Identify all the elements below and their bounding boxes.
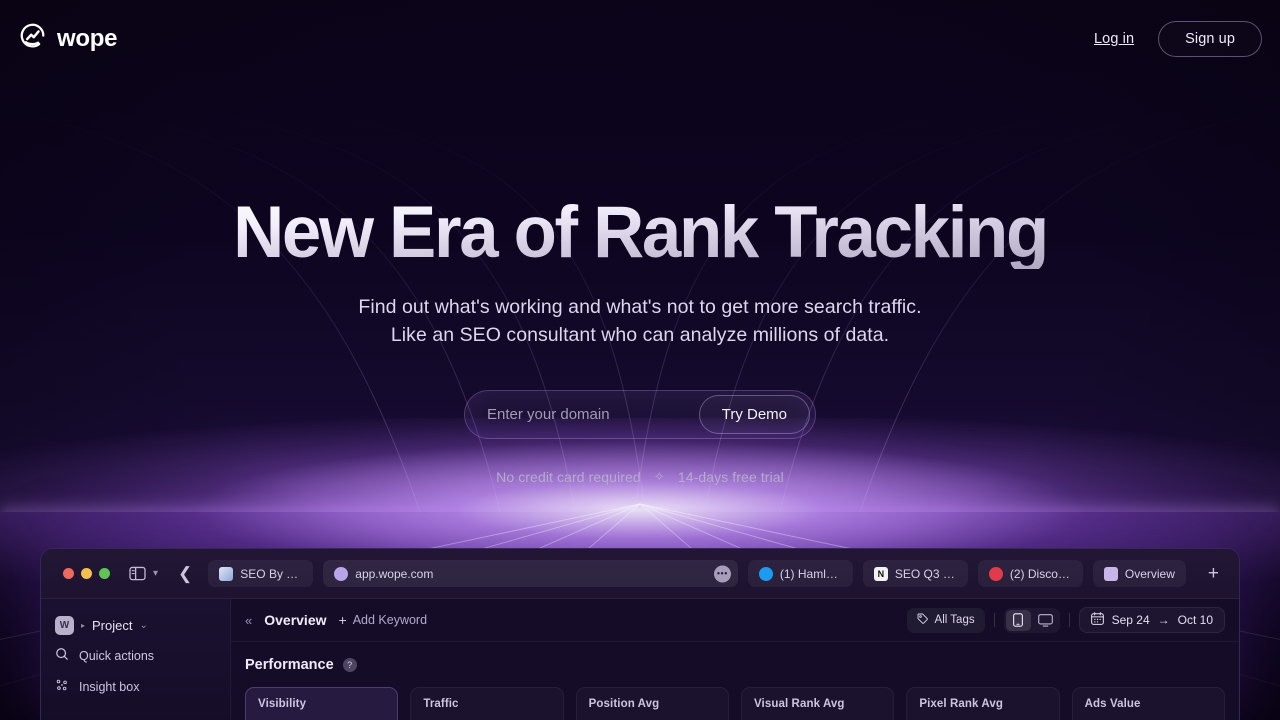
divider: [1068, 613, 1070, 627]
browser-tab-active[interactable]: app.wope.com •••: [323, 560, 738, 587]
performance-title: Performance: [245, 657, 334, 673]
metric-card-visual-rank-avg[interactable]: Visual Rank Avg: [740, 687, 895, 720]
mobile-icon[interactable]: [1005, 609, 1031, 631]
tab-more-icon[interactable]: •••: [713, 565, 731, 582]
page-title: Overview: [264, 612, 327, 628]
sidebar-item-quick-actions[interactable]: Quick actions: [55, 641, 216, 670]
metric-card-ads-value[interactable]: Ads Value: [1071, 687, 1225, 720]
metric-label: Pixel Rank Avg: [919, 698, 1003, 710]
metric-label: Visual Rank Avg: [753, 698, 845, 710]
twitter-icon: [758, 566, 773, 581]
toolbar-right: All Tags Sep 24 → Oct 10: [906, 607, 1225, 633]
domain-search-bar: Try Demo: [464, 390, 816, 439]
sidebar-toggle-icon[interactable]: [129, 566, 146, 581]
seo-site-icon: [219, 566, 234, 581]
chevron-down-icon[interactable]: ⌄: [139, 620, 147, 631]
discord-icon: [988, 566, 1003, 581]
tab-label: SEO By The...: [240, 566, 302, 581]
date-from: Sep 24: [1111, 613, 1150, 627]
wope-chart-circle-icon: [18, 22, 48, 57]
all-tags-label: All Tags: [934, 614, 975, 626]
chevron-left-icon[interactable]: ❮: [178, 564, 192, 584]
metric-label: Traffic: [423, 698, 459, 710]
close-window-button[interactable]: [63, 568, 74, 579]
date-range-picker[interactable]: Sep 24 → Oct 10: [1078, 607, 1225, 633]
metric-card-traffic[interactable]: Traffic: [410, 687, 564, 720]
chevron-down-icon[interactable]: ▾: [153, 568, 158, 579]
sparkle-icon: ✧: [653, 469, 665, 484]
performance-header: Performance ?: [231, 642, 1239, 673]
site-header: wope Log in Sign up: [0, 0, 1280, 78]
minimize-window-button[interactable]: [81, 568, 92, 579]
divider: [993, 613, 995, 627]
desktop-icon[interactable]: [1033, 610, 1058, 631]
device-toggle: [1003, 607, 1060, 633]
metric-card-pixel-rank-avg[interactable]: Pixel Rank Avg: [906, 687, 1060, 720]
insight-dots-icon: [55, 678, 69, 695]
browser-tab[interactable]: SEO By The...: [208, 560, 314, 587]
date-to: Oct 10: [1177, 613, 1213, 627]
page-title: New Era of Rank Tracking: [19, 196, 1261, 269]
tab-label: Overview: [1124, 566, 1175, 581]
wope-favicon: [334, 566, 349, 581]
avatar: W: [55, 615, 74, 635]
arrow-right-icon: →: [1157, 613, 1170, 627]
address-bar-url: app.wope.com: [355, 566, 434, 581]
search-icon: [55, 647, 69, 664]
help-icon[interactable]: ?: [342, 658, 357, 672]
brand-name: wope: [57, 25, 118, 52]
notion-icon: N: [873, 566, 888, 581]
signup-button[interactable]: Sign up: [1158, 21, 1262, 57]
login-link[interactable]: Log in: [1094, 31, 1134, 47]
tag-icon: [917, 613, 929, 628]
app-window: W ▸ Project ⌄ Quick actions Insight box …: [41, 599, 1239, 720]
app-main: « Overview + Add Keyword All Tags Sep 24…: [231, 599, 1239, 720]
browser-tab[interactable]: N SEO Q3 Rev...: [862, 560, 968, 587]
window-controls[interactable]: [53, 568, 119, 579]
hero-subtitle-line-2: Like an SEO consultant who can analyze m…: [390, 324, 890, 346]
metric-label: Ads Value: [1084, 698, 1141, 710]
project-selector[interactable]: W ▸ Project ⌄: [55, 611, 216, 639]
triangle-right-icon: ▸: [81, 620, 86, 630]
calendar-icon: [1090, 612, 1104, 628]
app-sidebar: W ▸ Project ⌄ Quick actions Insight box: [41, 599, 231, 720]
sidebar-item-insight-box[interactable]: Insight box: [55, 672, 216, 701]
metric-card-position-avg[interactable]: Position Avg: [575, 687, 729, 720]
hero-subtitle-line-1: Find out what's working and what's not t…: [358, 296, 922, 318]
tab-label: (2) Discord |...: [1009, 566, 1072, 581]
collapse-sidebar-button[interactable]: «: [245, 613, 252, 628]
header-actions: Log in Sign up: [1094, 21, 1264, 57]
overview-icon: [1103, 566, 1118, 581]
trial-note: No credit card required ✧ 14-days free t…: [0, 469, 1280, 485]
add-keyword-button[interactable]: + Add Keyword: [339, 612, 428, 628]
metric-label: Visibility: [258, 698, 307, 710]
try-demo-button[interactable]: Try Demo: [698, 395, 810, 434]
metric-card-visibility[interactable]: Visibility: [245, 687, 399, 720]
maximize-window-button[interactable]: [99, 568, 110, 579]
browser-chrome: ▾ ❮ SEO By The... app.wope.com ••• (1) H…: [41, 549, 1239, 599]
free-trial-text: 14-days free trial: [677, 469, 784, 485]
app-toolbar: « Overview + Add Keyword All Tags Sep 24…: [231, 599, 1239, 642]
brand-logo[interactable]: wope: [16, 22, 117, 57]
sidebar-item-label: Quick actions: [79, 648, 155, 663]
metric-label: Position Avg: [588, 698, 660, 710]
project-label: Project: [92, 617, 133, 633]
metric-cards: Visibility Traffic Position Avg Visual R…: [231, 673, 1239, 720]
browser-tab[interactable]: (2) Discord |...: [977, 560, 1083, 587]
no-credit-card-text: No credit card required: [496, 469, 641, 485]
browser-tab[interactable]: (1) Hamlet B...: [747, 560, 853, 587]
add-keyword-label: Add Keyword: [352, 613, 428, 627]
tab-label: (1) Hamlet B...: [779, 566, 842, 581]
all-tags-filter[interactable]: All Tags: [906, 607, 985, 633]
plus-icon: +: [338, 612, 347, 628]
new-tab-button[interactable]: +: [1200, 563, 1227, 585]
browser-mockup: ▾ ❮ SEO By The... app.wope.com ••• (1) H…: [40, 548, 1240, 720]
domain-input[interactable]: [465, 406, 699, 423]
tab-label: SEO Q3 Rev...: [894, 566, 957, 581]
browser-tab[interactable]: Overview: [1092, 560, 1186, 587]
sidebar-item-label: Insight box: [79, 679, 140, 694]
